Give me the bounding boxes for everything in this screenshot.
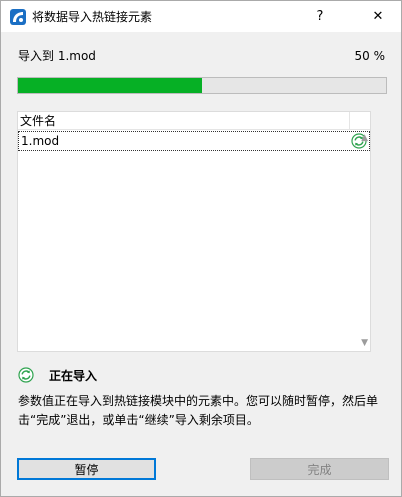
progress-percent: 50 % <box>354 49 386 63</box>
import-dialog: 将数据导入热链接元素 ? ✕ 导入到 1.mod 50 % 文件名 1.mod <box>0 0 402 497</box>
scroll-down-arrow-icon[interactable]: ▼ <box>361 338 368 348</box>
import-target-label: 导入到 1.mod <box>18 49 96 63</box>
progress-bar <box>17 77 387 94</box>
app-logo-icon <box>10 9 26 25</box>
pause-button[interactable]: 暂停 <box>17 458 156 480</box>
column-separator[interactable] <box>349 112 350 129</box>
dialog-content: 导入到 1.mod 50 % 文件名 1.mod ▲ ▼ 正在导入 参数值正在导… <box>1 32 401 496</box>
column-header-filename[interactable]: 文件名 <box>20 114 56 128</box>
title-bar: 将数据导入热链接元素 ? ✕ <box>1 1 401 32</box>
sync-icon <box>18 367 34 383</box>
scroll-up-arrow-icon[interactable]: ▲ <box>361 133 368 143</box>
window-title: 将数据导入热链接元素 <box>32 10 153 24</box>
progress-fill <box>18 78 202 93</box>
file-list: 文件名 1.mod ▲ ▼ <box>17 111 371 352</box>
status-description: 参数值正在导入到热链接模块中的元素中。您可以随时暂停，然后单击“完成”退出，或单… <box>18 394 379 427</box>
status-title: 正在导入 <box>49 369 98 383</box>
list-item[interactable]: 1.mod <box>18 131 370 151</box>
done-button[interactable]: 完成 <box>250 458 389 480</box>
list-item-name: 1.mod <box>21 134 60 148</box>
close-button[interactable]: ✕ <box>355 1 401 32</box>
list-header: 文件名 <box>18 112 370 130</box>
help-button[interactable]: ? <box>297 1 343 32</box>
